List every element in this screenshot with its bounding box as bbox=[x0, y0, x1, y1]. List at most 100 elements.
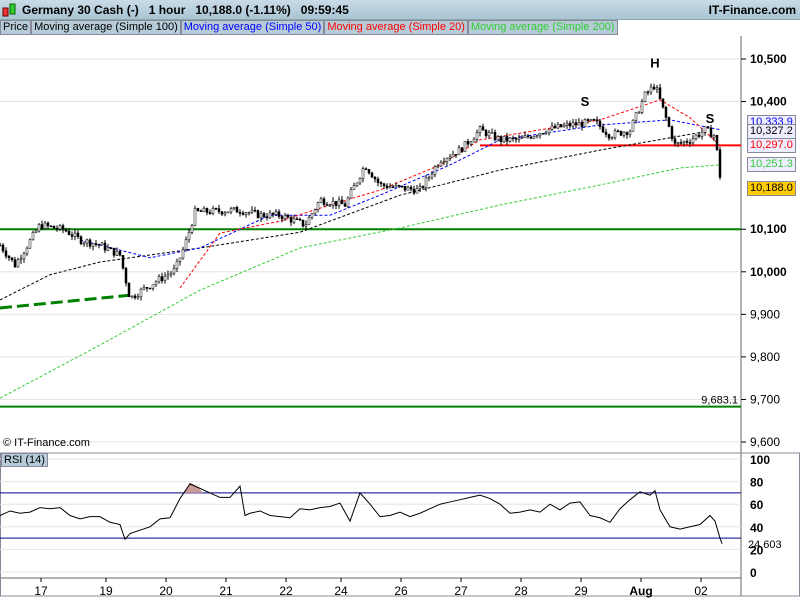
last-value-tag: 10,188.0 bbox=[747, 181, 796, 196]
candle bbox=[535, 135, 539, 138]
candle bbox=[661, 98, 665, 108]
x-tick-label: 28 bbox=[514, 584, 528, 598]
candle bbox=[712, 135, 716, 138]
candle bbox=[61, 225, 65, 230]
candle bbox=[598, 120, 602, 127]
candle bbox=[118, 250, 122, 256]
candle bbox=[568, 123, 572, 127]
candle bbox=[403, 185, 407, 191]
candle bbox=[505, 136, 509, 142]
rsi-tick-label: 20 bbox=[750, 543, 764, 557]
candle bbox=[388, 186, 392, 189]
candle bbox=[412, 188, 416, 194]
candle bbox=[268, 212, 272, 219]
legend: Price Moving average (Simple 100) Moving… bbox=[0, 20, 618, 35]
candle bbox=[394, 184, 398, 188]
candle bbox=[244, 212, 248, 215]
candle bbox=[562, 124, 566, 128]
legend-price[interactable]: Price bbox=[0, 20, 32, 35]
level-label: 9,683.1 bbox=[701, 395, 738, 407]
candle bbox=[658, 87, 662, 99]
candle bbox=[100, 242, 104, 246]
candle bbox=[706, 126, 710, 129]
candle bbox=[520, 137, 524, 139]
candle bbox=[610, 137, 614, 139]
candle bbox=[142, 287, 146, 290]
candle bbox=[628, 130, 632, 135]
candle bbox=[592, 119, 596, 121]
candle bbox=[352, 185, 356, 190]
candle bbox=[328, 204, 332, 207]
x-tick-label: 02 bbox=[694, 584, 708, 598]
candle bbox=[421, 186, 425, 188]
candle bbox=[406, 186, 410, 191]
candle bbox=[226, 211, 230, 214]
legend-ma20[interactable]: Moving average (Simple 20) bbox=[324, 20, 468, 35]
candle bbox=[301, 219, 305, 227]
candlestick-icon bbox=[2, 3, 16, 16]
rsi-frame bbox=[0, 452, 800, 597]
ma100-line bbox=[0, 132, 701, 301]
x-tick-label: 21 bbox=[219, 584, 233, 598]
legend-ma200[interactable]: Moving average (Simple 200) bbox=[467, 20, 618, 35]
candle bbox=[319, 198, 323, 203]
x-tick-label: 20 bbox=[159, 584, 173, 598]
candle bbox=[271, 212, 275, 215]
candle bbox=[673, 138, 677, 144]
candle bbox=[208, 212, 212, 214]
candle bbox=[583, 119, 587, 127]
candle bbox=[283, 215, 287, 220]
candle bbox=[409, 186, 413, 190]
candle bbox=[52, 225, 56, 229]
candle bbox=[46, 222, 50, 227]
candle bbox=[433, 166, 437, 175]
x-tick-label: 26 bbox=[394, 584, 408, 598]
candle bbox=[151, 284, 155, 289]
candle bbox=[4, 250, 8, 257]
price-panel bbox=[0, 36, 800, 452]
candle bbox=[163, 275, 167, 282]
candle bbox=[310, 213, 314, 218]
candle bbox=[691, 138, 695, 144]
candle bbox=[643, 91, 647, 102]
candle bbox=[511, 137, 515, 140]
candle bbox=[196, 208, 200, 211]
candle bbox=[259, 213, 263, 219]
candle bbox=[718, 149, 722, 178]
candle bbox=[694, 134, 698, 139]
legend-ma50[interactable]: Moving average (Simple 50) bbox=[180, 20, 325, 35]
candle bbox=[550, 125, 554, 130]
ma50-line bbox=[79, 119, 721, 259]
candle bbox=[277, 211, 281, 217]
legend-ma100[interactable]: Moving average (Simple 100) bbox=[31, 20, 181, 35]
x-tick-label: 17 bbox=[34, 584, 48, 598]
candle bbox=[613, 130, 617, 138]
candle bbox=[307, 217, 311, 225]
candle bbox=[685, 141, 689, 143]
price-tick-label: 10,500 bbox=[750, 52, 787, 66]
candle bbox=[43, 222, 47, 229]
candle bbox=[484, 130, 488, 137]
candle bbox=[559, 124, 563, 128]
candle bbox=[580, 122, 584, 127]
candle bbox=[565, 123, 569, 126]
price-chart[interactable]: 9,600 9,700 9,800 9,900 10,000 10,100 10,400 10… bbox=[0, 0, 800, 600]
candle bbox=[355, 182, 359, 186]
candle bbox=[1, 244, 5, 252]
rsi-tick-label: 100 bbox=[750, 453, 770, 467]
candle bbox=[553, 125, 557, 129]
candle bbox=[157, 276, 161, 283]
price-tick-label: 9,800 bbox=[750, 350, 780, 364]
candle bbox=[178, 257, 182, 262]
candle bbox=[574, 122, 578, 126]
candle bbox=[616, 130, 620, 133]
candle bbox=[0, 244, 2, 247]
candle bbox=[256, 210, 260, 219]
candle bbox=[526, 135, 530, 138]
candle bbox=[121, 254, 125, 269]
candle bbox=[253, 209, 257, 212]
rsi-tick-label: 40 bbox=[750, 521, 764, 535]
candle bbox=[289, 217, 293, 223]
candle bbox=[139, 288, 143, 297]
candle bbox=[199, 210, 203, 212]
